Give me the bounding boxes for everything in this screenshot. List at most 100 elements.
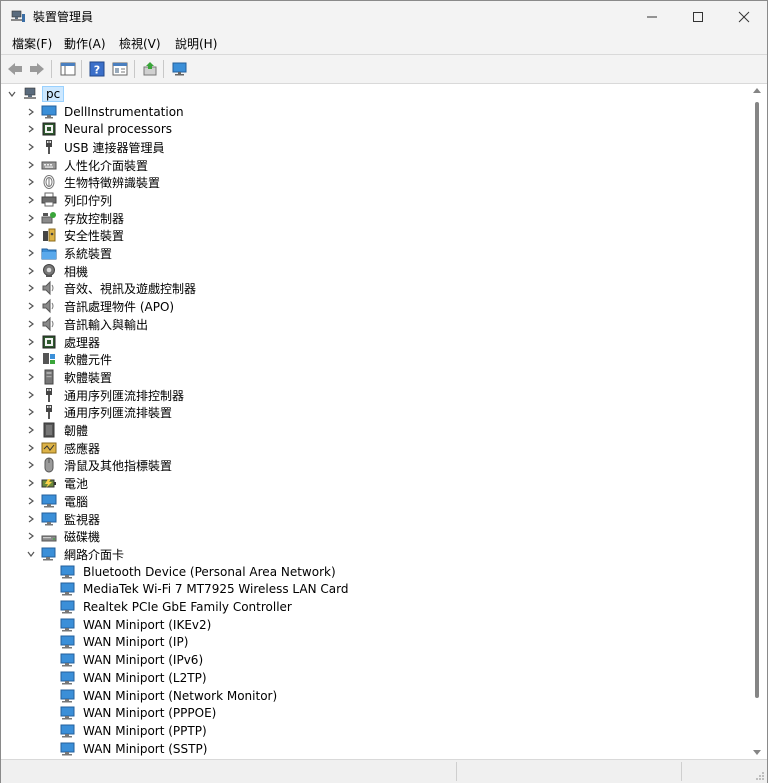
help-icon: ? [89, 61, 105, 77]
tree-category-node[interactable]: 軟體元件 [24, 350, 115, 368]
expand-chevron-icon[interactable] [24, 511, 38, 527]
expand-chevron-icon[interactable] [24, 139, 38, 155]
show-hide-console-tree-button[interactable] [57, 58, 79, 80]
expand-chevron-icon[interactable] [24, 280, 38, 296]
tree-device-node[interactable]: Realtek PCIe GbE Family Controller [43, 598, 295, 616]
tree-category-node[interactable]: 感應器 [24, 439, 103, 457]
tree-category-node[interactable]: 安全性裝置 [24, 226, 127, 244]
scroll-thumb[interactable] [755, 102, 759, 698]
expand-chevron-icon[interactable] [24, 422, 38, 438]
tree-device-node[interactable]: WAN Miniport (Network Monitor) [43, 687, 280, 705]
tree-category-node[interactable]: 系統裝置 [24, 244, 115, 262]
collapse-chevron-icon[interactable] [24, 546, 38, 562]
tree-category-node[interactable]: Neural processors [24, 120, 175, 138]
tree-category-node[interactable]: 磁碟機 [24, 527, 103, 545]
tree-category-label: 列印佇列 [64, 193, 113, 208]
expand-chevron-icon[interactable] [24, 298, 38, 314]
maximize-button[interactable] [675, 1, 721, 32]
tree-category-node[interactable]: 電腦 [24, 492, 91, 510]
device-manager-app-icon [10, 8, 26, 24]
network-adapter-icon [60, 670, 76, 686]
maximize-icon [693, 11, 703, 22]
tree-category-node[interactable]: 音訊輸入與輸出 [24, 315, 151, 333]
tree-category-node[interactable]: 軟體裝置 [24, 368, 115, 386]
scroll-up-arrow-icon[interactable] [753, 88, 761, 93]
tree-device-node[interactable]: WAN Miniport (L2TP) [43, 669, 210, 687]
properties-button[interactable] [109, 58, 131, 80]
tree-category-node[interactable]: 列印佇列 [24, 191, 115, 209]
expand-chevron-icon[interactable] [24, 493, 38, 509]
expand-chevron-icon[interactable] [24, 528, 38, 544]
tree-device-node[interactable]: MediaTek Wi-Fi 7 MT7925 Wireless LAN Car… [43, 580, 351, 598]
tree-category-node[interactable]: 監視器 [24, 510, 103, 528]
tree-category-label: DellInstrumentation [64, 105, 184, 119]
expand-chevron-icon[interactable] [24, 351, 38, 367]
menu-action[interactable]: 動作(A) [64, 35, 106, 52]
expand-chevron-icon[interactable] [24, 210, 38, 226]
expand-chevron-icon[interactable] [24, 387, 38, 403]
title-bar[interactable]: 裝置管理員 [1, 1, 767, 32]
expand-chevron-icon[interactable] [24, 316, 38, 332]
tree-root[interactable]: pc [5, 85, 65, 103]
forward-button[interactable] [26, 58, 48, 80]
tree-device-node[interactable]: WAN Miniport (IPv6) [43, 651, 206, 669]
expand-chevron-icon[interactable] [24, 157, 38, 173]
expand-chevron-icon[interactable] [24, 263, 38, 279]
usb-icon [41, 139, 57, 155]
minimize-button[interactable] [629, 1, 675, 32]
tree-device-node[interactable]: WAN Miniport (PPTP) [43, 722, 210, 740]
menu-file[interactable]: 檔案(F) [12, 35, 52, 52]
tree-device-node[interactable]: WAN Miniport (SSTP) [43, 740, 210, 758]
resize-grip-icon[interactable] [755, 771, 765, 781]
tree-device-label: WAN Miniport (IPv6) [83, 653, 204, 667]
tree-device-label: WAN Miniport (SSTP) [83, 742, 208, 756]
tree-device-node[interactable]: Bluetooth Device (Personal Area Network) [43, 563, 339, 581]
help-button[interactable]: ? [86, 58, 108, 80]
tree-category-node[interactable]: 存放控制器 [24, 209, 127, 227]
tree-category-node[interactable]: USB 連接器管理員 [24, 138, 167, 156]
tree-device-node[interactable]: WAN Miniport (IP) [43, 633, 191, 651]
expand-chevron-icon[interactable] [24, 440, 38, 456]
update-driver-button[interactable] [139, 58, 161, 80]
network-adapter-icon [60, 688, 76, 704]
tree-category-node[interactable]: 生物特徵辨識裝置 [24, 173, 163, 191]
menu-help[interactable]: 說明(H) [175, 35, 217, 52]
tree-category-node[interactable]: 韌體 [24, 421, 91, 439]
back-button[interactable] [4, 58, 26, 80]
tree-category-node[interactable]: 網路介面卡 [24, 545, 127, 563]
tree-category-node[interactable]: 滑鼠及其他指標裝置 [24, 456, 175, 474]
window-title: 裝置管理員 [33, 10, 94, 24]
tree-category-node[interactable]: 人性化介面裝置 [24, 156, 151, 174]
tree-category-node[interactable]: DellInstrumentation [24, 103, 187, 121]
tree-device-node[interactable]: WAN Miniport (PPPOE) [43, 704, 219, 722]
expand-chevron-icon[interactable] [24, 227, 38, 243]
expand-chevron-icon[interactable] [24, 121, 38, 137]
tree-category-node[interactable]: 電池 [24, 474, 91, 492]
tree-category-node[interactable]: 通用序列匯流排控制器 [24, 386, 187, 404]
tree-category-node[interactable]: 相機 [24, 262, 91, 280]
expand-chevron-icon[interactable] [24, 104, 38, 120]
collapse-chevron-icon[interactable] [5, 86, 19, 102]
tree-category-node[interactable]: 音訊處理物件 (APO) [24, 297, 177, 315]
device-tree-pane[interactable]: pc DellInstrumentation Neural processors U… [1, 84, 749, 759]
expand-chevron-icon[interactable] [24, 334, 38, 350]
vertical-scrollbar[interactable] [749, 84, 767, 759]
expand-chevron-icon[interactable] [24, 369, 38, 385]
expand-chevron-icon[interactable] [24, 174, 38, 190]
expand-chevron-icon[interactable] [24, 404, 38, 420]
tree-category-node[interactable]: 通用序列匯流排裝置 [24, 403, 175, 421]
scan-hardware-button[interactable] [169, 58, 191, 80]
scroll-down-arrow-icon[interactable] [753, 750, 761, 755]
tree-category-node[interactable]: 音效、視訊及遊戲控制器 [24, 279, 199, 297]
expand-chevron-icon[interactable] [24, 475, 38, 491]
expand-chevron-icon[interactable] [24, 245, 38, 261]
close-button[interactable] [721, 1, 767, 32]
tree-device-node[interactable]: WAN Miniport (IKEv2) [43, 616, 214, 634]
expand-chevron-icon[interactable] [24, 457, 38, 473]
expand-chevron-icon[interactable] [24, 192, 38, 208]
menu-view[interactable]: 檢視(V) [119, 35, 161, 52]
tree-category-node[interactable]: 處理器 [24, 333, 103, 351]
